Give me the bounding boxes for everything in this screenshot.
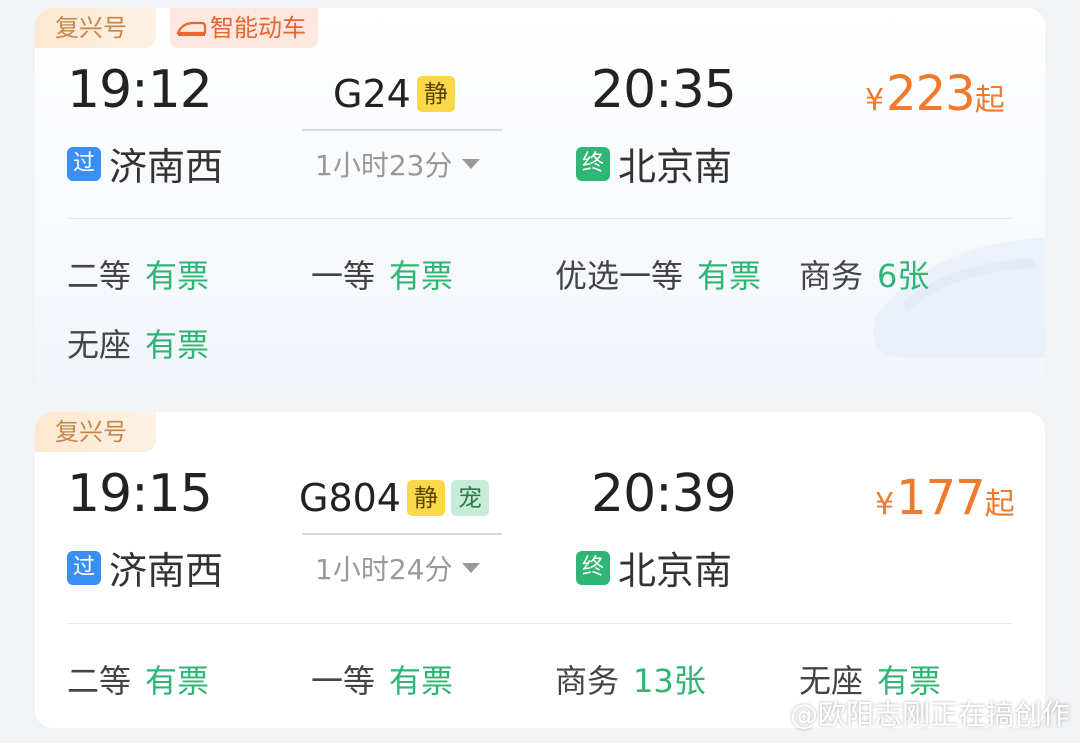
duration-line [302,533,502,535]
train-card-g24[interactable]: 复兴号 智能动车 19:12 过 济南西 G24 静 1小时23分 20:35 … [35,8,1045,390]
seat-first-class[interactable]: 一等 有票 [311,251,453,297]
seat-no-seat[interactable]: 无座 有票 [67,320,209,366]
seat-business-class[interactable]: 商务 6张 [799,251,929,297]
seat-second-class[interactable]: 二等 有票 [67,251,209,297]
pet-car-badge: 宠 [450,480,489,516]
currency-symbol: ¥ [865,83,885,118]
seat-second-class[interactable]: 二等 有票 [67,656,209,702]
smart-emu-tag: 智能动车 [170,8,318,48]
weibo-icon [748,701,781,727]
seat-availability: 有票 [145,257,210,295]
price-amount: 223 [886,66,976,122]
price-suffix: 起 [984,487,1015,522]
train-icon [176,21,206,36]
seat-class-label: 一等 [311,257,376,295]
duration-line [302,129,502,131]
divider [67,623,1012,624]
terminal-badge: 终 [576,146,610,181]
quiet-car-badge: 静 [406,480,445,516]
pass-badge: 过 [67,146,101,181]
seat-class-label: 优选一等 [555,257,684,295]
seat-class-label: 二等 [67,257,132,295]
seat-first-class[interactable]: 一等 有票 [311,656,453,702]
terminal-badge: 终 [576,550,610,585]
seat-class-label: 无座 [67,326,132,364]
fuxing-tag: 复兴号 [35,8,156,48]
seat-class-label: 二等 [67,662,132,700]
seat-availability: 有票 [145,662,210,700]
train-number[interactable]: G804 静 宠 [299,476,489,520]
train-card-g804[interactable]: 复兴号 19:15 过 济南西 G804 静 宠 1小时24分 20:39 终 … [35,412,1045,728]
price-suffix: 起 [974,83,1005,118]
watermark: @欧阳志刚正在搞创作 [748,693,1070,733]
watermark-text: @欧阳志刚正在搞创作 [789,698,1070,731]
seat-availability: 有票 [389,257,454,295]
departure-station-name: 济南西 [109,145,224,189]
arrival-station-name: 北京南 [618,145,733,189]
price-amount: 177 [896,470,986,526]
duration-label: 1小时24分 [315,553,453,586]
quiet-car-badge: 静 [416,76,455,112]
departure-time: 19:15 [67,464,213,524]
seat-class-label: 一等 [311,662,376,700]
train-number-label: G24 [333,72,411,116]
seat-availability: 有票 [389,662,454,700]
departure-station-name: 济南西 [109,549,224,593]
train-number[interactable]: G24 静 [333,72,455,116]
chevron-down-icon [462,563,481,573]
arrival-station: 终 北京南 [576,540,732,595]
seat-class-label: 商务 [799,257,864,295]
currency-symbol: ¥ [875,487,895,522]
seat-premium-first-class[interactable]: 优选一等 有票 [555,251,761,297]
smart-emu-label: 智能动车 [210,14,306,42]
arrival-station-name: 北京南 [618,549,733,593]
departure-time: 19:12 [67,60,213,120]
pass-badge: 过 [67,550,101,585]
chevron-down-icon [462,159,481,169]
arrival-time: 20:35 [591,60,737,120]
price: ¥ 223 起 [865,66,1005,122]
arrival-station: 终 北京南 [576,136,732,191]
divider [67,218,1012,219]
seat-availability: 有票 [697,257,762,295]
seat-business-class[interactable]: 商务 13张 [555,656,706,702]
departure-station: 过 济南西 [67,136,223,191]
fuxing-tag: 复兴号 [35,412,156,452]
price: ¥ 177 起 [875,470,1015,526]
seat-class-label: 商务 [555,662,620,700]
seat-availability: 6张 [877,257,930,295]
arrival-time: 20:39 [591,464,737,524]
duration-toggle[interactable]: 1小时23分 [315,144,481,184]
duration-toggle[interactable]: 1小时24分 [315,548,481,588]
duration-label: 1小时23分 [315,149,453,182]
seat-availability: 有票 [145,326,210,364]
train-number-label: G804 [299,476,401,520]
seat-availability: 13张 [633,662,706,700]
departure-station: 过 济南西 [67,540,223,595]
